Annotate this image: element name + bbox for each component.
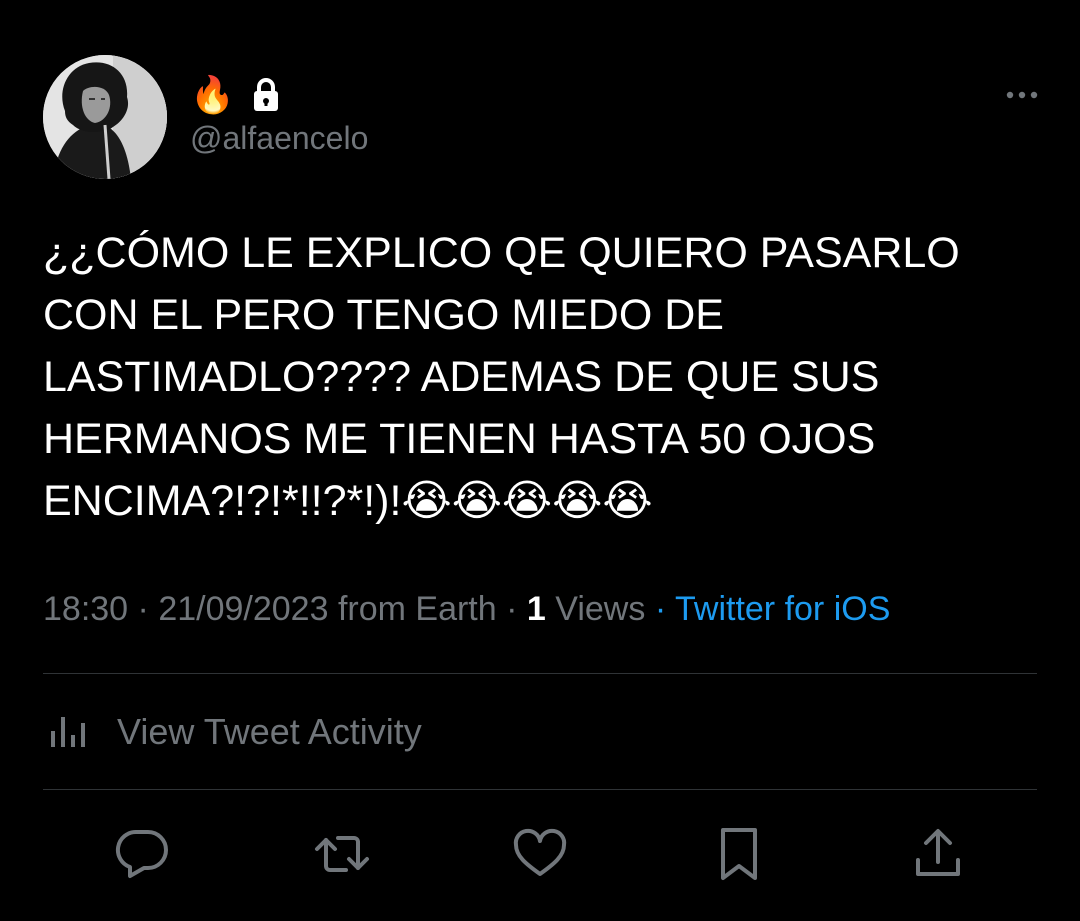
bookmark-button[interactable]	[709, 822, 769, 886]
fire-emoji: 🔥	[190, 74, 235, 115]
bookmark-icon	[721, 828, 757, 880]
retweet-button[interactable]	[312, 822, 372, 886]
activity-chart-icon	[51, 717, 85, 747]
views-count: 1	[526, 590, 546, 628]
tweet-actions-bar	[0, 822, 1080, 886]
meta-separator: ·	[654, 590, 667, 628]
reply-button[interactable]	[112, 822, 172, 886]
meta-separator: ·	[506, 590, 518, 628]
heart-icon	[513, 828, 567, 876]
tweet-time: 18:30	[43, 590, 129, 628]
tweet-location: from Earth	[337, 590, 497, 628]
display-name[interactable]: 🔥	[190, 72, 281, 118]
avatar-image	[43, 55, 167, 179]
meta-separator: ·	[137, 590, 149, 628]
views-label: Views	[555, 590, 646, 628]
divider	[43, 673, 1037, 674]
view-tweet-activity-button[interactable]: View Tweet Activity	[43, 702, 422, 762]
tweet-date: 21/09/2023	[158, 590, 329, 628]
lock-icon	[251, 77, 281, 113]
tweet-text: ¿¿CÓMO LE EXPLICO QE QUIERO PASARLO CON …	[43, 229, 960, 525]
like-button[interactable]	[510, 822, 570, 886]
activity-label: View Tweet Activity	[117, 711, 422, 752]
user-handle[interactable]: @alfaencelo	[190, 120, 368, 157]
share-icon	[916, 829, 960, 876]
share-button[interactable]	[908, 822, 968, 886]
divider	[43, 789, 1037, 790]
more-options-icon[interactable]	[1003, 82, 1041, 108]
tweet-source-link[interactable]: Twitter for iOS	[675, 590, 890, 628]
retweet-icon	[315, 836, 369, 872]
avatar[interactable]	[43, 55, 167, 179]
tweet-meta: 18:30 · 21/09/2023 from Earth · 1 Views …	[43, 590, 890, 629]
reply-icon	[115, 829, 168, 878]
